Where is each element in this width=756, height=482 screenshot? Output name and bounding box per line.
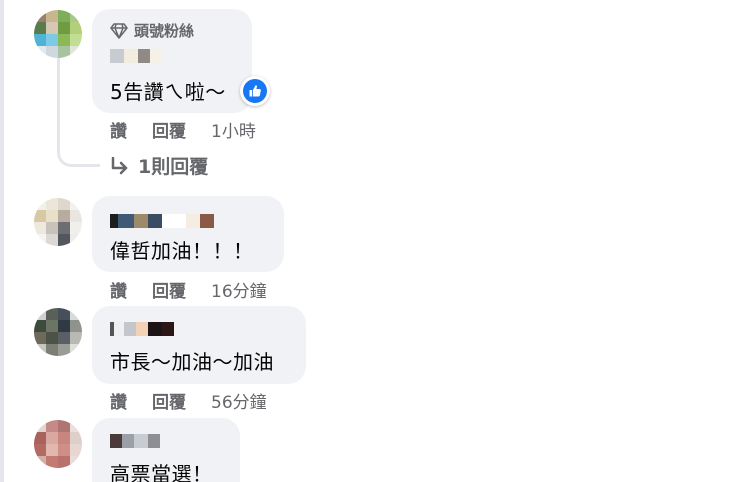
reaction-badge[interactable]: [240, 76, 270, 106]
avatar[interactable]: [34, 10, 82, 58]
thread-line: [57, 58, 100, 167]
like-button[interactable]: 讚: [110, 117, 127, 142]
comment-actions: 讚 回覆 16分鐘: [110, 277, 267, 302]
reply-button[interactable]: 回覆: [152, 388, 186, 413]
replies-count-label: 1則回覆: [138, 156, 209, 178]
comment-text: 偉哲加油！！！: [110, 239, 254, 263]
timestamp[interactable]: 16分鐘: [211, 277, 267, 302]
left-divider: [0, 0, 4, 482]
timestamp[interactable]: 56分鐘: [211, 388, 267, 413]
view-replies-link[interactable]: 1則回覆: [110, 152, 208, 179]
commenter-name[interactable]: [110, 434, 160, 448]
comment-text: 市長～加油～加油: [110, 350, 274, 374]
commenter-name[interactable]: [110, 322, 174, 336]
comment-actions: 讚 回覆 56分鐘: [110, 388, 267, 413]
thumbs-up-icon: [243, 79, 267, 103]
comment-actions: 讚 回覆 1小時: [110, 117, 256, 142]
diamond-icon: [110, 22, 128, 39]
commenter-name[interactable]: [110, 49, 162, 63]
comment-text: 5告讚ㄟ啦～: [110, 80, 226, 104]
like-button[interactable]: 讚: [110, 388, 127, 413]
reply-button[interactable]: 回覆: [152, 277, 186, 302]
avatar[interactable]: [34, 308, 82, 356]
avatar[interactable]: [34, 198, 82, 246]
badge-label: 頭號粉絲: [134, 22, 195, 40]
like-button[interactable]: 讚: [110, 277, 127, 302]
reply-button[interactable]: 回覆: [152, 117, 186, 142]
comments-section: 頭號粉絲 5告讚ㄟ啦～ 讚 回覆 1小時 1則回覆 偉哲加油！！！ 讚 回覆 1…: [0, 0, 756, 482]
commenter-name[interactable]: [110, 214, 214, 228]
top-fan-badge: 頭號粉絲: [110, 20, 194, 41]
reply-arrow-icon: [111, 156, 128, 174]
comment-text: 高票當選！: [110, 462, 213, 482]
timestamp[interactable]: 1小時: [211, 117, 256, 142]
avatar[interactable]: [34, 420, 82, 468]
